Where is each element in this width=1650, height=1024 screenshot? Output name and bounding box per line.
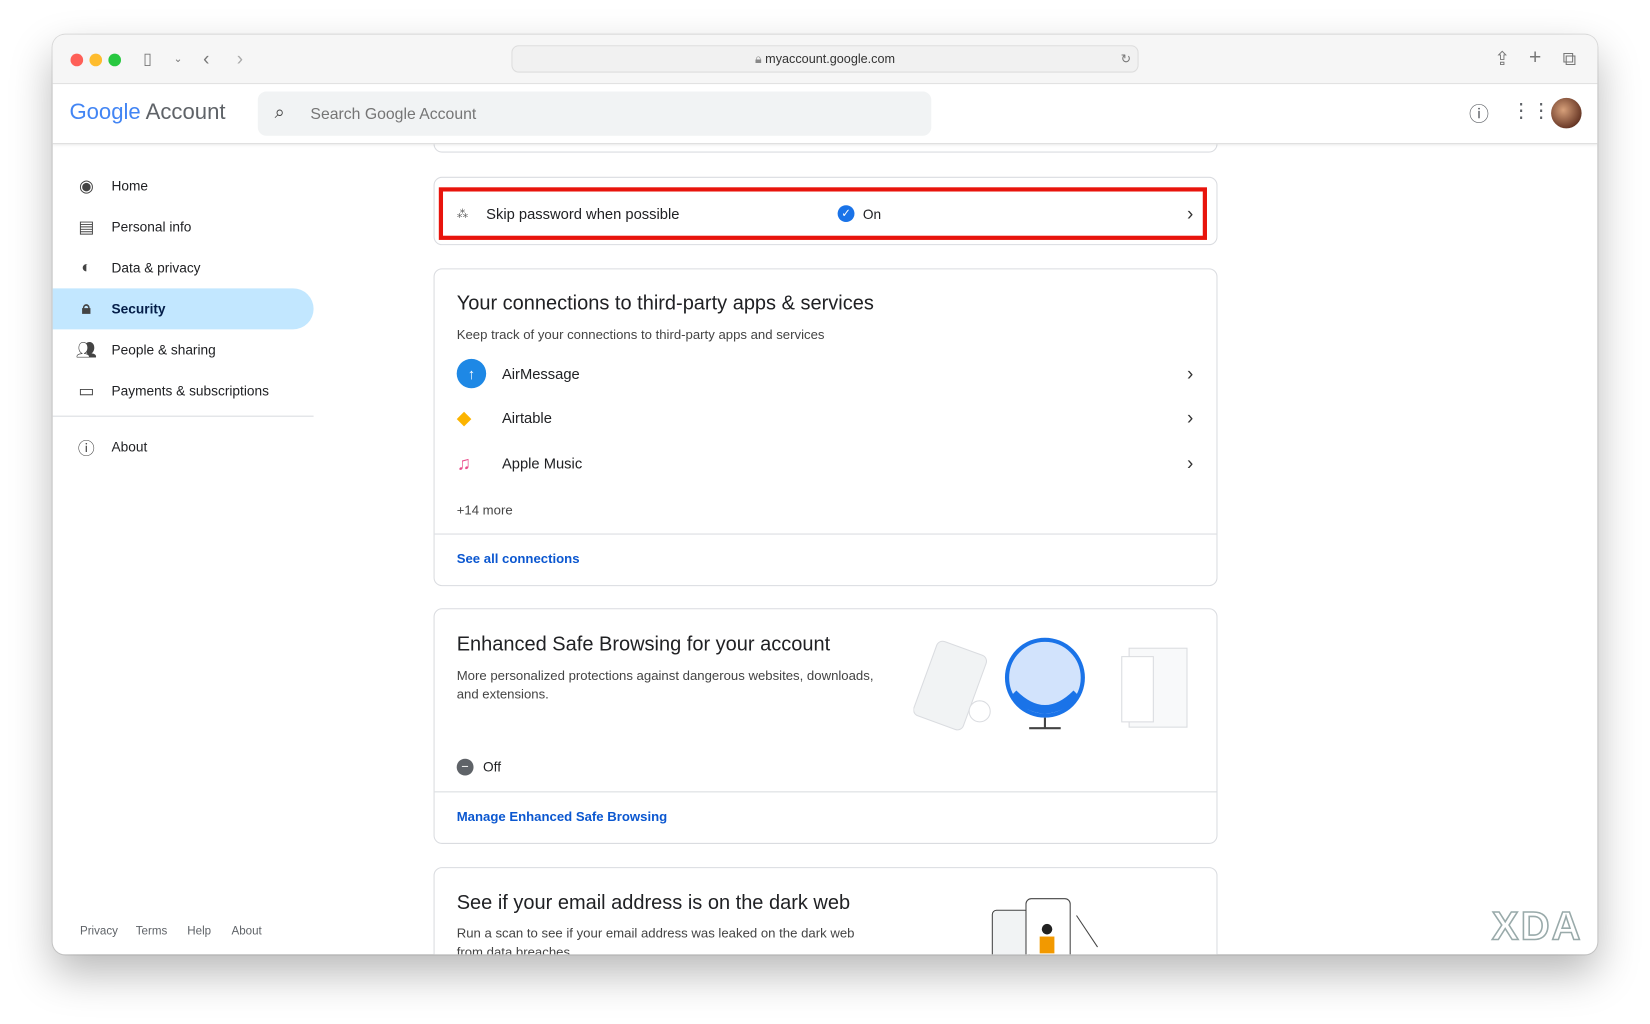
sidebar-toggle-icon[interactable]: ▯ (143, 49, 152, 69)
minimize-window-button[interactable] (89, 53, 103, 67)
off-status-icon: − (456, 758, 474, 776)
see-all-connections-link[interactable]: See all connections (457, 551, 580, 566)
watermark-text: XDA (1491, 904, 1583, 950)
chevron-right-icon: › (1186, 451, 1194, 474)
dark-web-subtitle: Run a scan to see if your email address … (456, 926, 855, 955)
share-icon[interactable]: ⇪ (1494, 48, 1510, 70)
tabs-overview-icon[interactable]: ⧉ (1563, 48, 1577, 70)
chevron-down-icon[interactable]: ⌄ (174, 54, 183, 66)
maximize-window-button[interactable] (108, 53, 122, 67)
airmessage-icon: ↑ (456, 358, 487, 389)
connections-card: Your connections to third-party apps & s… (433, 268, 1218, 587)
chevron-right-icon: › (1186, 202, 1194, 224)
app-name: Apple Music (501, 454, 583, 472)
airtable-icon: ◆ (456, 406, 472, 428)
app-row-airtable[interactable]: ◆ Airtable › (457, 397, 1194, 439)
browser-toolbar: ▯ ⌄ ‹ › 🔒︎ myaccount.google.com ↻ ⇪ + ⧉ (52, 34, 1598, 85)
search-box[interactable]: ⌕ (257, 91, 932, 136)
dark-web-title: See if your email address is on the dark… (456, 892, 851, 915)
divider (434, 791, 1217, 793)
safe-browsing-subtitle: More personalized protections against da… (456, 668, 874, 702)
dark-web-card: See if your email address is on the dark… (433, 867, 1218, 955)
address-bar[interactable]: 🔒︎ myaccount.google.com ↻ (511, 45, 1139, 73)
app-header: Google Account ⌕ ⓘ ⋮⋮ (52, 84, 1598, 145)
chevron-right-icon: › (1186, 406, 1194, 428)
chevron-right-icon: › (1186, 362, 1194, 384)
google-account-logo[interactable]: Google Account (69, 100, 225, 125)
safe-browsing-card: Enhanced Safe Browsing for your account … (433, 608, 1218, 844)
apps-grid-icon[interactable]: ⋮⋮ (1511, 99, 1551, 123)
back-icon[interactable]: ‹ (203, 48, 209, 70)
passkey-icon: ⁂ (456, 207, 469, 221)
connections-subtitle: Keep track of your connections to third-… (456, 327, 825, 342)
divider (434, 533, 1217, 535)
search-input[interactable] (310, 91, 900, 136)
close-window-button[interactable] (70, 53, 84, 67)
previous-card (433, 144, 1218, 153)
forward-icon[interactable]: › (237, 48, 243, 70)
search-icon: ⌕ (274, 102, 285, 123)
safe-browsing-title: Enhanced Safe Browsing for your account (456, 633, 831, 656)
new-tab-icon[interactable]: + (1529, 46, 1541, 70)
url-text: myaccount.google.com (765, 51, 896, 67)
apple-music-icon: ♫ (456, 451, 471, 474)
main-content: ⁂ Skip password when possible ✓ On › You… (53, 144, 1598, 955)
app-row-airmessage[interactable]: ↑ AirMessage › (456, 353, 1194, 395)
help-icon[interactable]: ⓘ (1469, 99, 1489, 127)
skip-password-label: Skip password when possible (486, 205, 680, 223)
dark-web-illustration (991, 898, 1098, 955)
lock-icon: 🔒︎ (754, 51, 766, 67)
skip-password-status: On (862, 205, 882, 222)
browser-window: ▯ ⌄ ‹ › 🔒︎ myaccount.google.com ↻ ⇪ + ⧉ G… (52, 34, 1598, 955)
manage-safe-browsing-link[interactable]: Manage Enhanced Safe Browsing (457, 809, 668, 824)
skip-password-row[interactable]: ⁂ Skip password when possible ✓ On › (457, 193, 1194, 235)
xda-watermark: XDA (1491, 904, 1583, 950)
connections-title: Your connections to third-party apps & s… (456, 292, 874, 315)
app-name: Airtable (501, 409, 552, 427)
app-row-apple-music[interactable]: ♫ Apple Music › (457, 442, 1194, 484)
avatar[interactable] (1551, 97, 1582, 129)
account-label: Account (145, 99, 226, 125)
safe-browsing-illustration (913, 637, 1188, 731)
app-name: AirMessage (501, 365, 580, 382)
google-logo: Google (69, 99, 141, 125)
skip-password-card: ⁂ Skip password when possible ✓ On › (433, 176, 1218, 246)
safe-browsing-status: Off (483, 758, 502, 775)
more-connections-count: +14 more (456, 502, 513, 518)
check-circle-icon: ✓ (837, 205, 855, 223)
reload-icon[interactable]: ↻ (1121, 46, 1132, 71)
